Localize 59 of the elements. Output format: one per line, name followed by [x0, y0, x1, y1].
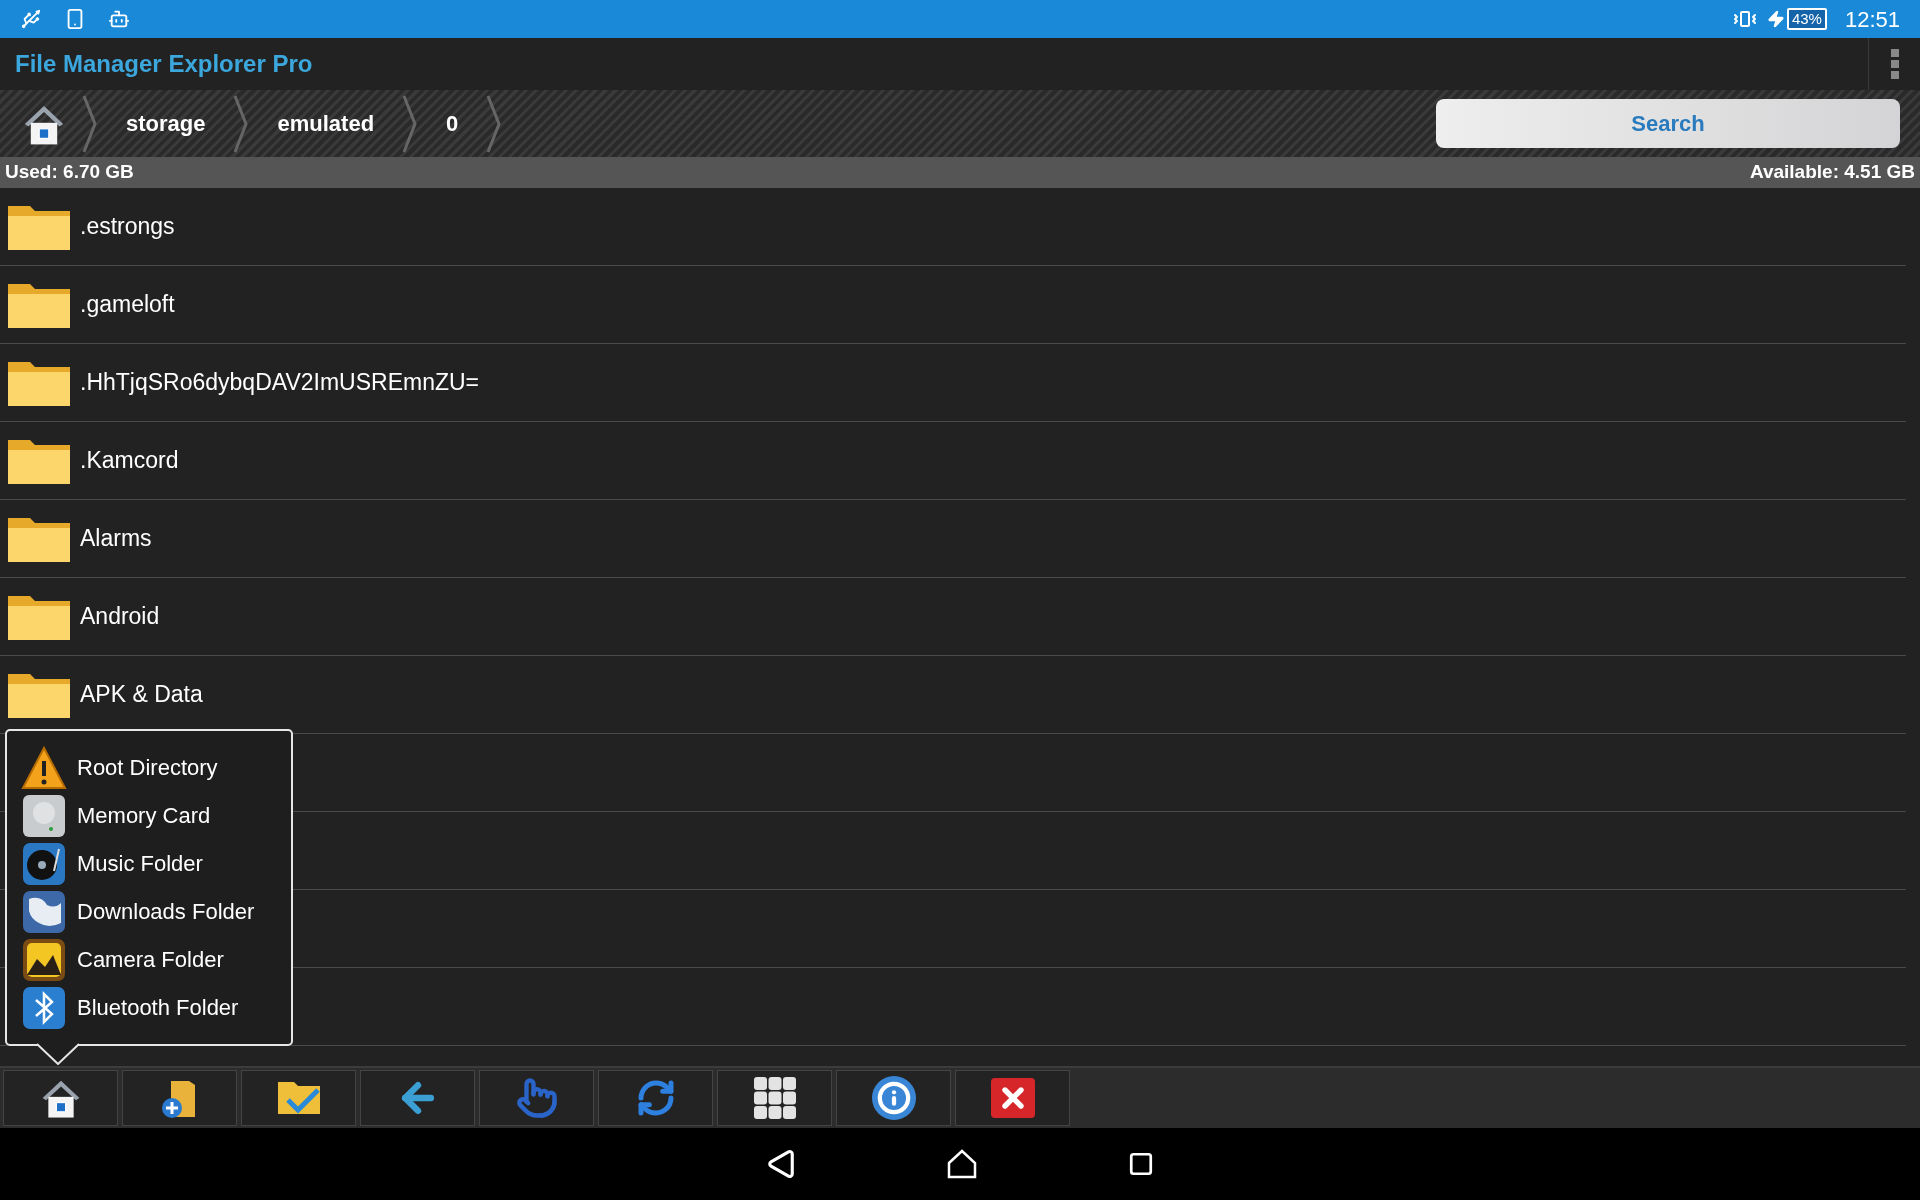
toolbar-button[interactable] [836, 1070, 951, 1126]
quick-access-label: Music Folder [77, 850, 203, 878]
quick-access-item[interactable]: Camera Folder [21, 936, 291, 983]
charging-icon [1766, 10, 1785, 28]
turntable-icon [21, 840, 67, 887]
available-space: Available: 4.51 GB [1749, 160, 1915, 185]
clock: 12:51 [1844, 5, 1900, 34]
folder-row[interactable]: .estrongs [0, 188, 1906, 266]
warning-icon [21, 744, 67, 791]
quick-access-label: Memory Card [77, 802, 211, 830]
bluetooth-icon [21, 984, 67, 1031]
chevron-icon [233, 93, 250, 154]
recents-icon[interactable] [1128, 1151, 1154, 1177]
used-space: Used: 6.70 GB [5, 160, 134, 185]
quick-access-item[interactable]: Memory Card [21, 792, 291, 839]
folder-name: .Kamcord [80, 446, 179, 476]
quick-access-label: Downloads Folder [77, 898, 255, 926]
close-icon [990, 1078, 1035, 1118]
folder-name: .estrongs [80, 212, 175, 242]
breadcrumb-item[interactable]: 0 [418, 107, 487, 140]
folder-row[interactable]: .Kamcord [0, 422, 1906, 500]
chevron-icon [402, 93, 419, 154]
chevron-icon [486, 93, 503, 154]
toolbar-button[interactable] [122, 1070, 237, 1126]
folder-row[interactable]: .gameloft [0, 266, 1906, 344]
folder-row[interactable]: Alarms [0, 500, 1906, 578]
chevron-icon [82, 93, 98, 154]
folder-row[interactable]: Android [0, 578, 1906, 656]
quick-access-item[interactable]: Downloads Folder [21, 888, 291, 935]
battery-indicator: 43% [1786, 8, 1827, 30]
quick-access-label: Root Directory [77, 754, 218, 782]
home-outline-icon[interactable] [946, 1148, 978, 1180]
folder-name: Alarms [80, 524, 152, 554]
folder-row[interactable]: .HhTjqSRo6dybqDAV2ImUSREmnZU= [0, 344, 1906, 422]
drive-icon [21, 792, 67, 839]
app-title: File Manager Explorer Pro [15, 49, 314, 79]
folder-name: .HhTjqSRo6dybqDAV2ImUSREmnZU= [80, 368, 480, 398]
toolbar-button[interactable] [241, 1070, 356, 1126]
toolbar-button[interactable] [955, 1070, 1070, 1126]
toolbar-button[interactable] [717, 1070, 832, 1126]
folder-name: APK & Data [80, 680, 203, 710]
overflow-menu-icon[interactable] [1889, 48, 1900, 80]
info-icon [871, 1076, 916, 1120]
breadcrumb-item[interactable]: emulated [249, 107, 403, 140]
quick-access-label: Camera Folder [77, 946, 224, 974]
quick-access-item[interactable]: Bluetooth Folder [21, 984, 291, 1031]
grid-icon [751, 1075, 798, 1121]
quick-access-item[interactable]: Music Folder [21, 840, 291, 887]
breadcrumb-item[interactable]: storage [98, 107, 234, 140]
quick-access-item[interactable]: Root Directory [21, 744, 291, 791]
back-icon[interactable] [766, 1149, 796, 1179]
quick-access-label: Bluetooth Folder [77, 994, 239, 1022]
toolbar-button[interactable] [3, 1070, 118, 1126]
folder-name: Android [80, 602, 160, 632]
folder-name: .gameloft [80, 290, 175, 320]
picture-icon [21, 936, 67, 983]
refresh-icon [635, 1078, 676, 1118]
hand-pointer-icon [515, 1077, 558, 1119]
usb-icon [20, 8, 42, 30]
